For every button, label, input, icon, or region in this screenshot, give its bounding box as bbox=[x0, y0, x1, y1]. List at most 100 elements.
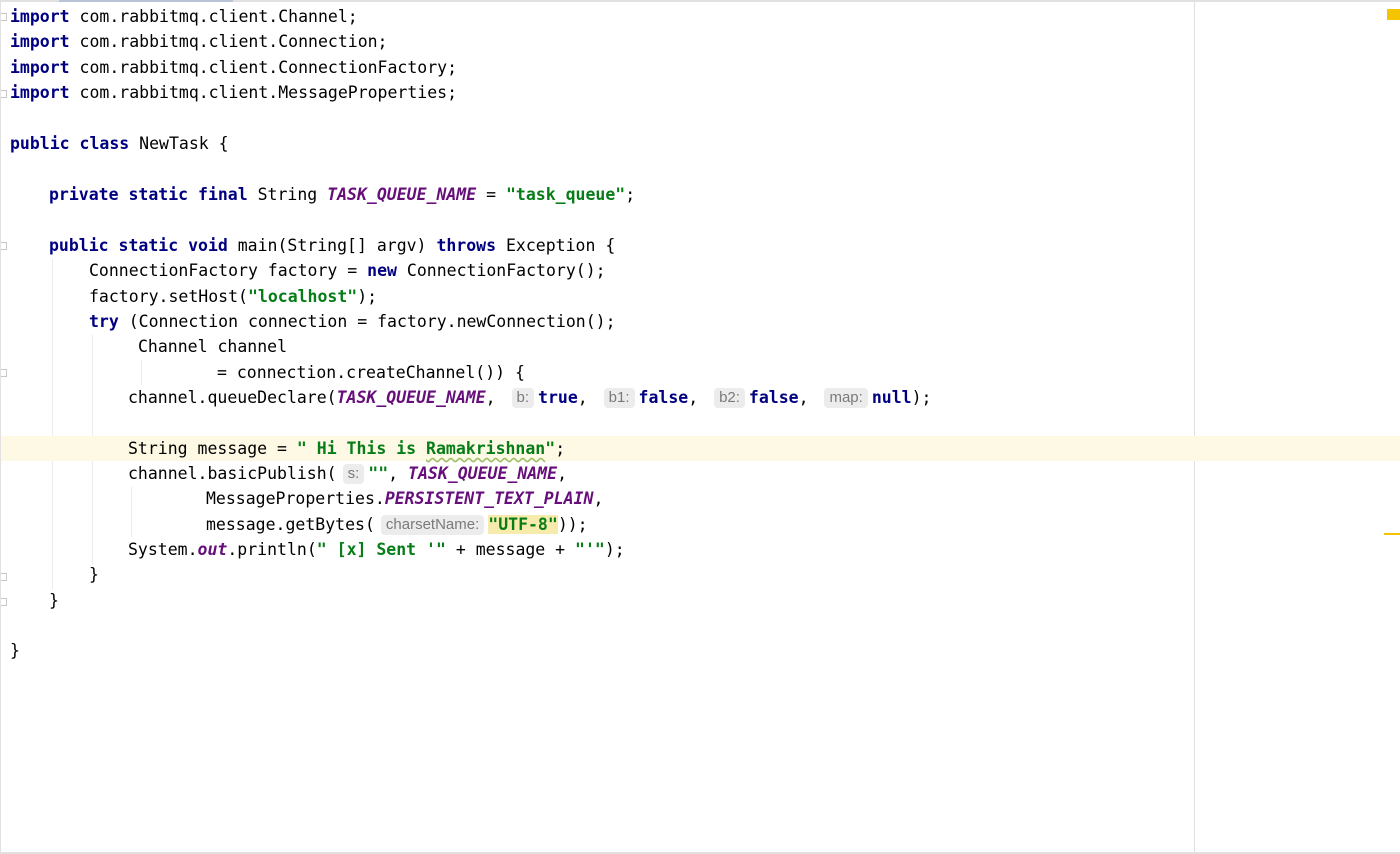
code-text: channel.queueDeclare( bbox=[128, 388, 337, 407]
code-text: } bbox=[10, 641, 20, 660]
warning-stripe-mark[interactable] bbox=[1384, 533, 1400, 535]
parameter-hint: b: bbox=[511, 388, 535, 408]
code-text: ); bbox=[357, 287, 378, 306]
code-line-24[interactable]: } bbox=[49, 588, 59, 613]
code-line-22[interactable]: System.out.println(" [x] Sent '" + messa… bbox=[128, 537, 625, 562]
code-line-26[interactable]: } bbox=[10, 638, 20, 663]
constant: out bbox=[197, 540, 228, 559]
keyword: new bbox=[367, 261, 397, 280]
code-text: com.rabbitmq.client.MessageProperties; bbox=[69, 83, 458, 102]
spelling-warning[interactable]: Ramakrishnan bbox=[426, 439, 545, 458]
right-margin-guide bbox=[1194, 2, 1195, 852]
keyword: public static void bbox=[49, 236, 228, 255]
keyword: throws bbox=[436, 236, 497, 255]
code-text: ); bbox=[911, 388, 932, 407]
code-line-10[interactable]: public static void main(String[] argv) t… bbox=[49, 233, 615, 258]
string-literal: "'" bbox=[575, 540, 605, 559]
keyword: false bbox=[638, 388, 689, 407]
code-text: MessageProperties. bbox=[206, 489, 385, 508]
fold-marker[interactable] bbox=[1, 369, 7, 377]
parameter-hint: b2: bbox=[714, 388, 745, 408]
code-text: , bbox=[688, 388, 709, 407]
code-line-12[interactable]: factory.setHost("localhost"); bbox=[89, 284, 377, 309]
indent-guide bbox=[52, 259, 53, 589]
code-text: ConnectionFactory factory = bbox=[89, 261, 368, 280]
code-text: com.rabbitmq.client.ConnectionFactory; bbox=[69, 58, 458, 77]
code-line-14[interactable]: Channel channel bbox=[138, 334, 287, 359]
keyword: private static final bbox=[49, 185, 248, 204]
indent-guide bbox=[141, 360, 142, 385]
string-literal: " bbox=[545, 439, 556, 458]
code-line-19[interactable]: channel.basicPublish( s: "", TASK_QUEUE_NA… bbox=[128, 461, 567, 486]
code-text: channel.basicPublish( bbox=[128, 464, 337, 483]
parameter-hint: charsetName: bbox=[380, 515, 485, 535]
code-text: com.rabbitmq.client.Connection; bbox=[69, 32, 388, 51]
tab-indicator bbox=[59, 0, 233, 2]
code-text: Exception { bbox=[496, 236, 616, 255]
code-text: + message + bbox=[445, 540, 576, 559]
code-line-1[interactable]: import com.rabbitmq.client.Channel; bbox=[10, 4, 358, 29]
fold-marker[interactable] bbox=[1, 598, 7, 606]
string-literal-highlighted: "UTF-8" bbox=[488, 515, 558, 534]
code-line-13[interactable]: try (Connection connection = factory.new… bbox=[89, 309, 616, 334]
keyword: try bbox=[89, 312, 119, 331]
code-text: , bbox=[593, 489, 604, 508]
fold-marker[interactable] bbox=[1, 13, 7, 21]
code-text: ConnectionFactory(); bbox=[396, 261, 606, 280]
constant: PERSISTENT_TEXT_PLAIN bbox=[384, 489, 594, 508]
code-line-4[interactable]: import com.rabbitmq.client.MessageProper… bbox=[10, 80, 457, 105]
code-line-16[interactable]: channel.queueDeclare(TASK_QUEUE_NAME, b:… bbox=[128, 385, 931, 410]
code-text: factory.setHost( bbox=[89, 287, 248, 306]
parameter-hint: b1: bbox=[603, 388, 635, 408]
keyword: import bbox=[10, 83, 70, 102]
parameter-hint: map: bbox=[824, 388, 868, 408]
constant: TASK_QUEUE_NAME bbox=[408, 464, 558, 483]
code-editor[interactable]: import com.rabbitmq.client.Channel; impo… bbox=[0, 0, 1400, 854]
fold-marker[interactable] bbox=[1, 573, 7, 581]
string-literal: " [x] Sent '" bbox=[316, 540, 446, 559]
keyword: import bbox=[10, 32, 70, 51]
code-line-11[interactable]: ConnectionFactory factory = new Connecti… bbox=[89, 258, 606, 283]
code-text: NewTask { bbox=[129, 134, 229, 153]
code-text: System. bbox=[128, 540, 198, 559]
code-text: )); bbox=[557, 515, 588, 534]
code-text: = connection.createChannel()) { bbox=[217, 363, 525, 382]
code-text: , bbox=[388, 464, 409, 483]
code-text: ); bbox=[604, 540, 625, 559]
code-line-6[interactable]: public class NewTask { bbox=[10, 131, 229, 156]
string-literal: "" bbox=[368, 464, 389, 483]
code-line-8[interactable]: private static final String TASK_QUEUE_N… bbox=[49, 182, 635, 207]
code-text: = bbox=[476, 185, 506, 204]
constant: TASK_QUEUE_NAME bbox=[336, 388, 486, 407]
code-line-23[interactable]: } bbox=[89, 562, 99, 587]
code-text: String message = bbox=[128, 439, 297, 458]
constant: TASK_QUEUE_NAME bbox=[327, 185, 477, 204]
keyword: false bbox=[748, 388, 799, 407]
code-text: } bbox=[49, 591, 59, 610]
string-literal: "localhost" bbox=[247, 287, 358, 306]
code-line-18-current[interactable]: String message = " Hi This is Ramakrishn… bbox=[1, 436, 1400, 461]
indent-guide bbox=[131, 487, 132, 537]
code-text: , bbox=[577, 388, 598, 407]
parameter-hint: s: bbox=[342, 464, 365, 484]
code-text: ; bbox=[555, 439, 566, 458]
code-line-15[interactable]: = connection.createChannel()) { bbox=[217, 360, 525, 385]
keyword: import bbox=[10, 58, 70, 77]
code-text: Channel channel bbox=[138, 337, 288, 356]
code-text: (Connection connection = factory.newConn… bbox=[118, 312, 616, 331]
code-text: , bbox=[557, 464, 567, 483]
fold-marker[interactable] bbox=[1, 90, 7, 98]
string-literal: " Hi This is bbox=[296, 439, 427, 458]
keyword: import bbox=[10, 7, 70, 26]
code-text: .println( bbox=[227, 540, 317, 559]
code-line-2[interactable]: import com.rabbitmq.client.Connection; bbox=[10, 29, 388, 54]
fold-marker[interactable] bbox=[1, 242, 7, 250]
string-literal: "task_queue" bbox=[506, 185, 626, 204]
warning-stripe-mark[interactable] bbox=[1387, 9, 1400, 20]
code-text: } bbox=[89, 565, 99, 584]
code-text: , bbox=[798, 388, 819, 407]
code-line-3[interactable]: import com.rabbitmq.client.ConnectionFac… bbox=[10, 55, 457, 80]
code-line-20[interactable]: MessageProperties.PERSISTENT_TEXT_PLAIN, bbox=[206, 486, 603, 511]
code-line-21[interactable]: message.getBytes( charsetName: "UTF-8")); bbox=[206, 512, 588, 537]
code-text: message.getBytes( bbox=[206, 515, 375, 534]
